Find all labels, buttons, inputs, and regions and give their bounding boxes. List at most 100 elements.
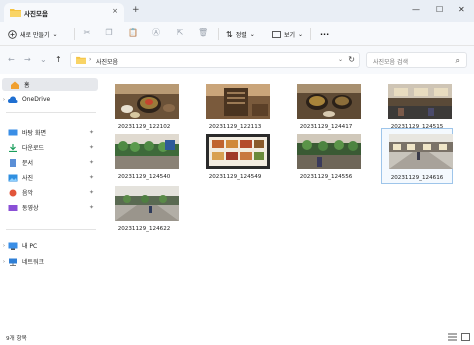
sidebar-item-documents[interactable]: 문서 ✦	[0, 156, 100, 169]
share-icon[interactable]: ⇱	[175, 28, 185, 38]
status-bar: 9개 항목	[0, 329, 474, 345]
up-button[interactable]: ↑	[55, 55, 62, 64]
divider	[6, 229, 96, 230]
forward-button[interactable]: →	[24, 55, 31, 64]
delete-icon[interactable]: 🗑	[198, 28, 208, 38]
divider	[74, 28, 75, 40]
sidebar-item-label: 다운로드	[22, 145, 45, 152]
music-icon	[9, 189, 17, 196]
thumbnail-view-icon[interactable]	[461, 333, 470, 341]
search-input[interactable]: 사진모음 검색	[373, 57, 408, 66]
pin-icon[interactable]: ✦	[89, 174, 94, 181]
file-item[interactable]: 20231129_124556	[290, 130, 362, 184]
image-thumbnail	[297, 84, 361, 119]
chevron-right-icon[interactable]: ›	[0, 243, 8, 249]
file-item-selected[interactable]: 20231129_124616	[381, 128, 453, 184]
image-thumbnail	[115, 186, 179, 221]
file-item[interactable]: 20231129_124549	[199, 130, 271, 184]
home-icon	[11, 81, 19, 89]
file-item[interactable]: 20231129_122102	[108, 80, 180, 134]
copy-icon[interactable]: ❐	[104, 28, 114, 38]
search-box[interactable]: 사진모음 검색 ⌕	[366, 52, 467, 68]
sidebar-item-music[interactable]: 음악 ✦	[0, 186, 100, 199]
new-button[interactable]: 새로 만들기 ⌄	[8, 27, 58, 41]
pin-icon[interactable]: ✦	[89, 129, 94, 136]
search-icon: ⌕	[455, 56, 460, 65]
minimize-button[interactable]: —	[412, 5, 420, 14]
chevron-down-icon: ⌄	[249, 30, 255, 38]
sidebar-item-label: 사진	[22, 175, 34, 182]
sidebar-item-label: 내 PC	[22, 243, 38, 250]
sidebar-item-desktop[interactable]: 바탕 화면 ✦	[0, 126, 100, 139]
view-label: 보기	[284, 31, 296, 39]
view-icon	[272, 30, 281, 38]
file-item[interactable]: 20231129_124417	[290, 80, 362, 134]
file-item[interactable]: 20231129_124515	[381, 80, 453, 134]
file-item[interactable]: 20231129_122113	[199, 80, 271, 134]
sort-button[interactable]: ⇅ 정렬 ⌄	[226, 27, 255, 41]
address-bar[interactable]: › 사진모음 ⌄ ↻	[70, 52, 360, 68]
breadcrumb-separator: ›	[89, 56, 92, 63]
rename-icon[interactable]: Ⓐ	[151, 28, 161, 38]
back-button[interactable]: ←	[8, 55, 15, 64]
sidebar-item-pictures[interactable]: 사진 ✦	[0, 171, 100, 184]
file-item[interactable]: 20231129_124622	[108, 182, 180, 236]
video-icon	[8, 204, 18, 211]
image-thumbnail	[297, 134, 361, 169]
chevron-right-icon[interactable]: ›	[0, 97, 8, 103]
tab-close-icon[interactable]: ×	[112, 7, 118, 15]
chevron-down-icon: ⌄	[52, 30, 58, 38]
network-icon	[9, 258, 17, 266]
file-name: 20231129_124549	[208, 174, 262, 180]
divider	[218, 28, 219, 40]
sidebar-item-label: 문서	[22, 160, 34, 167]
chevron-down-icon: ⌄	[298, 30, 304, 38]
sidebar-item-onedrive[interactable]: › OneDrive	[0, 93, 100, 106]
refresh-icon[interactable]: ↻	[348, 55, 355, 64]
sidebar-item-label: 바탕 화면	[22, 130, 46, 137]
recent-locations-button[interactable]: ⌄	[40, 55, 47, 64]
chevron-right-icon[interactable]: ›	[0, 259, 8, 265]
sidebar-item-videos[interactable]: 동영상 ✦	[0, 201, 100, 214]
download-icon	[9, 143, 17, 152]
pin-icon[interactable]: ✦	[89, 144, 94, 151]
paste-icon[interactable]: 📋	[128, 28, 138, 38]
pin-icon[interactable]: ✦	[89, 159, 94, 166]
sidebar-item-network[interactable]: › 네트워크	[0, 255, 100, 268]
new-tab-button[interactable]: +	[132, 5, 140, 15]
maximize-button[interactable]: ☐	[436, 5, 443, 14]
file-name: 20231129_124556	[299, 174, 353, 180]
divider	[6, 112, 96, 113]
pin-icon[interactable]: ✦	[89, 189, 94, 196]
navigation-pane: 홈 › OneDrive 바탕 화면 ✦ 다운로드 ✦ 문서 ✦ 사진 ✦ 음악…	[0, 74, 102, 329]
chevron-down-icon[interactable]: ⌄	[338, 56, 343, 63]
sidebar-item-this-pc[interactable]: › 내 PC	[0, 239, 100, 252]
pc-icon	[8, 242, 18, 250]
image-thumbnail	[389, 134, 453, 169]
new-button-label: 새로 만들기	[20, 31, 50, 39]
tab-current-folder[interactable]: 사진모음 ×	[4, 3, 124, 22]
more-options-button[interactable]: ···	[320, 27, 329, 41]
command-bar: 새로 만들기 ⌄ ✂ ❐ 📋 Ⓐ ⇱ 🗑 ⇅ 정렬 ⌄ 보기 ⌄ ···	[0, 22, 474, 46]
pictures-icon	[8, 174, 18, 181]
file-item[interactable]: 20231129_124540	[108, 130, 180, 184]
details-view-icon[interactable]	[448, 333, 457, 341]
file-name: 20231129_124622	[117, 226, 171, 232]
sidebar-item-downloads[interactable]: 다운로드 ✦	[0, 141, 100, 154]
address-row: ← → ⌄ ↑ › 사진모음 ⌄ ↻ 사진모음 검색 ⌕	[0, 46, 474, 74]
item-count: 9개 항목	[6, 336, 27, 342]
cloud-icon	[8, 95, 18, 103]
image-thumbnail	[206, 134, 270, 169]
file-name: 20231129_124616	[390, 175, 444, 181]
breadcrumb-current[interactable]: 사진모음	[96, 57, 118, 66]
sidebar-item-label: 음악	[22, 190, 34, 197]
divider	[310, 28, 311, 40]
view-button[interactable]: 보기 ⌄	[272, 27, 303, 41]
sort-label: 정렬	[235, 31, 247, 39]
sidebar-item-home[interactable]: 홈	[2, 78, 98, 91]
tab-title: 사진모음	[24, 10, 48, 18]
cut-icon[interactable]: ✂	[82, 28, 92, 38]
close-window-button[interactable]: ✕	[458, 5, 465, 14]
plus-circle-icon	[8, 29, 17, 39]
pin-icon[interactable]: ✦	[89, 204, 94, 211]
